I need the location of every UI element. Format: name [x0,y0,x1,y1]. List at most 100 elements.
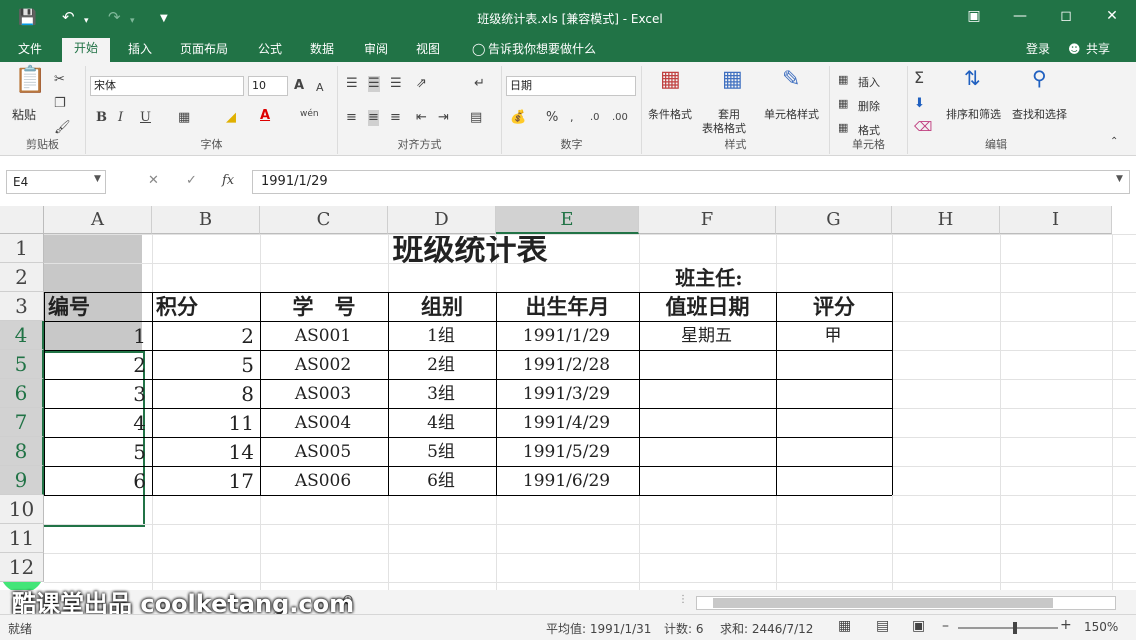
tab-view[interactable]: 视图 [412,40,444,62]
cell-g-6[interactable] [780,379,886,408]
name-box-dropdown-icon[interactable]: ▼ [94,174,101,184]
cell-c-7[interactable]: AS004 [264,408,382,437]
top-align-icon[interactable]: ☰ [346,76,358,92]
cell-b-8[interactable]: 14 [156,437,254,466]
cell-a-8[interactable]: 5 [48,437,146,466]
italic-button[interactable]: I [118,110,123,126]
cell-g-8[interactable] [780,437,886,466]
cell-e-4[interactable]: 1991/1/29 [500,321,633,350]
cell-a-9[interactable]: 6 [48,466,146,495]
undo-dropdown-icon[interactable]: ▾ [84,12,89,30]
column-header-1[interactable]: B [152,206,260,234]
zoom-in-icon[interactable]: + [1060,617,1072,633]
cell-f-5[interactable] [643,350,770,379]
cell-e-5[interactable]: 1991/2/28 [500,350,633,379]
page-layout-view-icon[interactable]: ▤ [876,618,889,634]
collapse-ribbon-icon[interactable]: ⌃ [1110,134,1118,150]
align-left-icon[interactable]: ≡ [346,110,357,126]
comma-style-icon[interactable]: , [570,110,574,126]
number-format-combo[interactable]: 日期 [506,76,636,96]
minimize-icon[interactable]: — [1008,8,1032,24]
merge-center-icon[interactable]: ▤ [470,110,482,126]
horizontal-scroll-thumb[interactable] [713,598,1053,608]
column-header-5[interactable]: F [639,206,776,234]
cell-g-5[interactable] [780,350,886,379]
font-color-icon[interactable]: A [260,108,270,124]
bold-button[interactable]: B [96,110,107,126]
row-header-0[interactable]: 1 [0,234,44,263]
row-header-1[interactable]: 2 [0,263,44,292]
header-c[interactable]: 学 号 [264,292,384,321]
redo-dropdown-icon[interactable]: ▾ [130,12,135,30]
header-a[interactable]: 编号 [48,292,148,321]
delete-cells-icon[interactable]: ▦ [838,96,848,112]
header-e[interactable]: 出生年月 [500,292,635,321]
cut-icon[interactable]: ✂ [54,72,65,88]
cell-e-8[interactable]: 1991/5/29 [500,437,633,466]
sort-filter-button[interactable]: 排序和筛选 [946,106,1001,122]
row-header-6[interactable]: 7 [0,408,44,437]
row-header-10[interactable]: 11 [0,524,44,553]
autosum-icon[interactable]: Σ [914,70,924,86]
column-header-0[interactable]: A [44,206,152,234]
tab-page-layout[interactable]: 页面布局 [176,40,232,62]
sort-filter-icon[interactable]: ⇅ [964,68,981,88]
formula-input[interactable]: 1991/1/29 [252,170,1130,194]
head-teacher-label[interactable]: 班主任: [639,263,779,292]
tab-data[interactable]: 数据 [306,40,338,62]
cell-styles-button[interactable]: 单元格样式 [764,106,819,122]
cell-a-6[interactable]: 3 [48,379,146,408]
tab-insert[interactable]: 插入 [124,40,156,62]
cell-g-4[interactable]: 甲 [780,321,886,350]
column-header-4[interactable]: E [496,206,639,234]
sign-in-link[interactable]: 登录 [1022,40,1054,62]
increase-decimal-icon[interactable]: .0 [590,110,600,126]
column-header-3[interactable]: D [388,206,496,234]
redo-icon[interactable]: ↷ [108,8,121,26]
accounting-icon[interactable]: 💰 [510,110,526,126]
cell-a-5[interactable]: 2 [48,350,146,379]
share-button[interactable]: 共享 [1082,40,1114,62]
clear-icon[interactable]: ⌫ [914,120,932,136]
align-center-icon[interactable]: ≡ [368,110,379,126]
find-select-icon[interactable]: ⚲ [1032,68,1047,88]
cell-d-8[interactable]: 5组 [392,437,490,466]
cell-g-7[interactable] [780,408,886,437]
cell-b-7[interactable]: 11 [156,408,254,437]
underline-button[interactable]: U [140,110,151,126]
page-break-view-icon[interactable]: ▣ [912,618,925,634]
worksheet-grid[interactable]: A B C D E F G H I 1 2 3 4 5 6 7 8 9 10 11 12 班级统计表 班主任: 编号 积分学 号… [0,206,1136,590]
header-g[interactable]: 评分 [780,292,888,321]
expand-formula-icon[interactable]: ▼ [1116,174,1123,184]
column-header-2[interactable]: C [260,206,388,234]
column-header-6[interactable]: G [776,206,892,234]
paste-button[interactable]: 粘贴 [12,106,36,123]
cell-d-4[interactable]: 1组 [392,321,490,350]
zoom-out-icon[interactable]: – [942,618,949,634]
sheet-title[interactable]: 班级统计表 [300,236,640,264]
fill-color-icon[interactable]: ◢ [226,110,236,126]
cell-c-8[interactable]: AS005 [264,437,382,466]
column-header-8[interactable]: I [1000,206,1112,234]
cell-f-7[interactable] [643,408,770,437]
cell-f-4[interactable]: 星期五 [643,321,770,350]
cell-b-6[interactable]: 8 [156,379,254,408]
middle-align-icon[interactable]: ☰ [368,76,380,92]
format-as-table-line2[interactable]: 表格格式 [702,120,746,136]
cell-c-4[interactable]: AS001 [264,321,382,350]
cell-f-8[interactable] [643,437,770,466]
bottom-align-icon[interactable]: ☰ [390,76,402,92]
cell-a-7[interactable]: 4 [48,408,146,437]
column-header-7[interactable]: H [892,206,1000,234]
orientation-icon[interactable]: ⇗ [416,76,427,92]
percent-button[interactable]: % [546,110,558,126]
cell-b-9[interactable]: 17 [156,466,254,495]
insert-cells-icon[interactable]: ▦ [838,72,848,88]
zoom-level[interactable]: 150% [1084,620,1118,634]
paste-icon[interactable]: 📋 [14,67,46,93]
font-name-combo[interactable]: 宋体 [90,76,244,96]
select-all-corner[interactable] [0,206,44,234]
tab-formulas[interactable]: 公式 [254,40,286,62]
find-select-button[interactable]: 查找和选择 [1012,106,1067,122]
cell-d-5[interactable]: 2组 [392,350,490,379]
